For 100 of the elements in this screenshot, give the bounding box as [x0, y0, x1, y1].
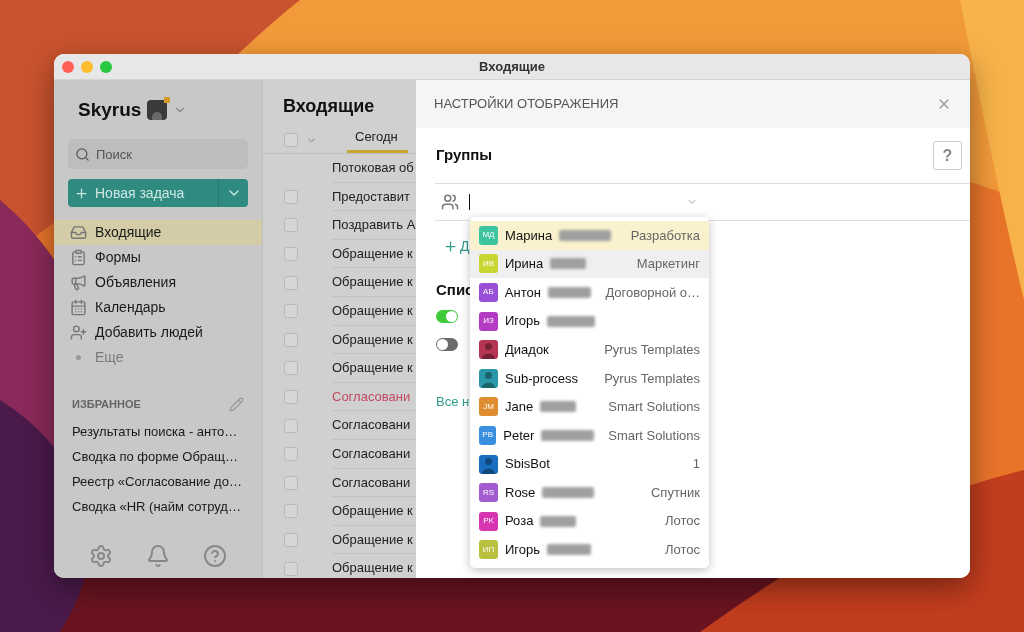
person-name: Rose	[505, 483, 536, 502]
dropdown-option[interactable]: ИП Игорь Лотос	[470, 535, 709, 565]
dropdown-option[interactable]: RS Rose Спутник	[470, 478, 709, 507]
person-name: Sub-process	[505, 369, 578, 388]
person-name: Антон	[504, 283, 541, 302]
task-title[interactable]: Обращение к	[332, 501, 413, 521]
dropdown-option[interactable]: PB Peter Smart Solutions	[470, 421, 709, 450]
help-icon[interactable]	[203, 544, 228, 568]
brand-name: Skyrus	[78, 97, 142, 122]
initials-avatar: ИП	[479, 540, 498, 560]
task-title[interactable]: Обращение к	[332, 529, 413, 550]
initials-avatar: МД	[479, 225, 498, 245]
initials-avatar: ИВ	[479, 254, 498, 274]
dropdown-option[interactable]: SbisBot 1	[470, 449, 709, 479]
task-title[interactable]: Обращение к	[332, 243, 413, 264]
person-name: Игорь	[505, 541, 541, 560]
group-name: Маркетинг	[636, 255, 700, 274]
checkbox[interactable]	[284, 504, 298, 519]
panel-title: НАСТРОЙКИ ОТОБРАЖЕНИЯ	[434, 95, 619, 114]
person-name: Jane	[505, 398, 534, 417]
task-title[interactable]: Согласовани	[332, 472, 411, 493]
dropdown-option[interactable]: Sub-process Pyrus Templates	[470, 363, 709, 393]
checkbox[interactable]	[284, 304, 298, 319]
checkbox[interactable]	[284, 133, 298, 147]
avatar-icon[interactable]	[147, 100, 168, 120]
dropdown-option[interactable]: Диадок Pyrus Templates	[470, 335, 709, 364]
checkbox[interactable]	[284, 218, 298, 233]
group-name: Лотос	[665, 541, 700, 560]
initials-avatar: PB	[479, 425, 497, 445]
group-name: Разработка	[630, 226, 700, 245]
favorite-item[interactable]: Сводка «HR (найм сотруд…	[68, 493, 248, 519]
window-title: Входящие	[479, 57, 545, 76]
nav-item[interactable]: Добавить людей	[54, 320, 262, 345]
favorite-item[interactable]: Реестр «Согласование до…	[68, 468, 248, 494]
checkbox[interactable]	[284, 275, 298, 290]
calendar-icon	[70, 299, 87, 316]
task-title[interactable]: Согласовани	[332, 415, 411, 435]
minimize-button[interactable]	[81, 61, 93, 73]
group-name: Лотос	[665, 512, 700, 531]
nav-item[interactable]: Входящие	[54, 220, 262, 245]
search-field[interactable]: Поиск	[68, 139, 248, 169]
settings-icon[interactable]	[88, 544, 113, 568]
nav-item[interactable]: Календарь	[54, 295, 262, 320]
nav-item[interactable]: Формы	[54, 245, 262, 270]
clipboard-icon	[70, 249, 87, 266]
person-name: Peter	[503, 426, 535, 445]
plus-icon	[443, 239, 458, 254]
help-button[interactable]: ?	[933, 141, 962, 170]
tab[interactable]: Сегодн	[347, 125, 408, 153]
task-title[interactable]: Обращение к	[332, 558, 413, 578]
group-name: 1	[692, 455, 700, 474]
megaphone-icon	[70, 274, 87, 291]
checkbox[interactable]	[284, 189, 298, 204]
dropdown-option[interactable]: PK Роза Лотос	[470, 506, 709, 536]
initials-avatar: RS	[479, 483, 498, 503]
nav-item[interactable]: Объявления	[54, 270, 262, 295]
section-heading: Группы	[436, 145, 493, 166]
checkbox[interactable]	[284, 475, 298, 490]
dropdown-option[interactable]: ИЗ Игорь	[470, 306, 709, 336]
task-title[interactable]: Обращение к	[332, 329, 413, 350]
checkbox[interactable]	[284, 390, 298, 405]
person-name: Игорь	[505, 312, 541, 331]
checkbox[interactable]	[284, 533, 298, 547]
task-title[interactable]: Поздравить А	[332, 215, 416, 235]
favorite-item[interactable]: Сводка по форме Обращ…	[68, 443, 248, 469]
zoom-button[interactable]	[100, 61, 112, 73]
group-name: Smart Solutions	[608, 426, 700, 445]
inbox-icon	[70, 224, 87, 241]
people-icon	[441, 193, 459, 211]
task-title[interactable]: Обращение к	[332, 358, 413, 378]
checkbox[interactable]	[284, 247, 298, 262]
close-window-button[interactable]	[62, 61, 74, 73]
toggle-switch[interactable]	[436, 338, 458, 351]
pencil-icon[interactable]	[229, 396, 244, 412]
favorite-item[interactable]: Результаты поиска - анто…	[68, 418, 248, 444]
person-name: Диадок	[505, 340, 549, 359]
dropdown-option[interactable]: МД Марина Разработка	[470, 221, 709, 250]
person-name: Роза	[505, 512, 534, 531]
group-name: Спутник	[651, 483, 700, 502]
checkbox[interactable]	[284, 418, 298, 433]
dropdown-option[interactable]: ИВ Ирина Маркетинг	[470, 249, 709, 279]
initials-avatar: АБ	[479, 283, 498, 302]
dropdown-button[interactable]	[218, 179, 248, 207]
person-name: Марина	[505, 226, 553, 245]
group-name: Pyrus Templates	[604, 369, 700, 388]
task-title[interactable]: Потоковая об	[332, 158, 414, 178]
dropdown-option[interactable]: АБ Антон Договорной о…	[470, 278, 709, 307]
toggle-switch[interactable]	[436, 310, 458, 323]
checkbox[interactable]	[284, 361, 298, 376]
checkbox[interactable]	[284, 332, 298, 347]
task-title[interactable]: Обращение к	[332, 301, 413, 321]
dropdown-option[interactable]: JM Jane Smart Solutions	[470, 392, 709, 422]
checkbox[interactable]	[284, 447, 298, 462]
bell-icon[interactable]	[146, 544, 170, 568]
task-title[interactable]: Предоставит	[332, 186, 410, 207]
checkbox[interactable]	[284, 561, 298, 576]
group-name: Pyrus Templates	[604, 340, 700, 359]
plus-icon	[74, 185, 89, 201]
task-title[interactable]: Обращение к	[332, 272, 413, 292]
task-title[interactable]: Согласовани	[332, 444, 411, 464]
